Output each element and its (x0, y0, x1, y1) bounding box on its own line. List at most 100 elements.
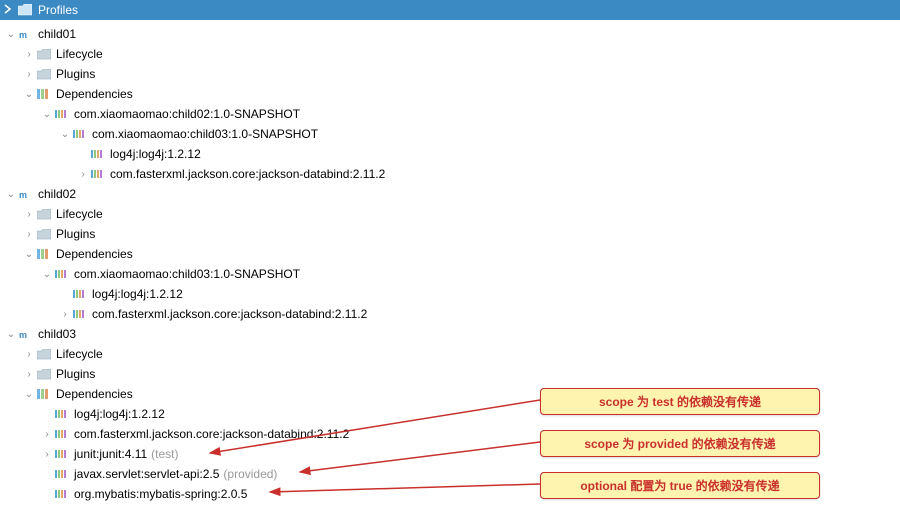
node-label: Plugins (56, 67, 95, 81)
expand-toggle[interactable]: ⌄ (4, 189, 18, 200)
dependency-label: com.xiaomaomao:child03:1.0-SNAPSHOT (74, 267, 300, 281)
plugins-node[interactable]: › Plugins (0, 364, 900, 384)
node-label: Lifecycle (56, 347, 103, 361)
module-child02[interactable]: ⌄ m child02 (0, 184, 900, 204)
chevron-right-icon[interactable] (4, 3, 12, 17)
callout-optional-true: optional 配置为 true 的依赖没有传递 (540, 472, 820, 499)
module-child01[interactable]: ⌄ m child01 (0, 24, 900, 44)
expand-toggle[interactable]: › (22, 69, 36, 80)
dependency-icon (90, 167, 106, 181)
folder-icon (36, 207, 52, 221)
node-label: Dependencies (56, 247, 133, 261)
expand-toggle[interactable]: › (22, 369, 36, 380)
expand-toggle[interactable]: › (22, 49, 36, 60)
expand-toggle[interactable]: ⌄ (40, 269, 54, 280)
header-title: Profiles (38, 3, 78, 17)
dependency-label: com.xiaomaomao:child03:1.0-SNAPSHOT (92, 127, 318, 141)
dependency-label: com.xiaomaomao:child02:1.0-SNAPSHOT (74, 107, 300, 121)
expand-toggle[interactable]: ⌄ (22, 389, 36, 400)
svg-text:m: m (19, 30, 27, 40)
header-bar: Profiles (0, 0, 900, 20)
node-label: Dependencies (56, 87, 133, 101)
maven-module-icon: m (18, 327, 34, 341)
dependencies-node[interactable]: ⌄ Dependencies (0, 84, 900, 104)
dependency-child02[interactable]: ⌄ com.xiaomaomao:child02:1.0-SNAPSHOT (0, 104, 900, 124)
dependency-jackson[interactable]: › com.fasterxml.jackson.core:jackson-dat… (0, 304, 900, 324)
expand-toggle[interactable]: › (40, 429, 54, 440)
svg-text:m: m (19, 330, 27, 340)
callout-test-scope: scope 为 test 的依赖没有传递 (540, 388, 820, 415)
expand-toggle[interactable]: › (22, 229, 36, 240)
dependency-icon (72, 307, 88, 321)
expand-toggle[interactable]: ⌄ (22, 89, 36, 100)
node-label: Plugins (56, 227, 95, 241)
expand-toggle[interactable]: ⌄ (58, 129, 72, 140)
dependency-icon (54, 467, 70, 481)
node-label: Dependencies (56, 387, 133, 401)
dependency-icon (54, 107, 70, 121)
plugins-node[interactable]: › Plugins (0, 64, 900, 84)
dependency-icon (54, 267, 70, 281)
dependencies-node[interactable]: ⌄ Dependencies (0, 244, 900, 264)
dependency-label: log4j:log4j:1.2.12 (92, 287, 183, 301)
dependency-child03-nested[interactable]: ⌄ com.xiaomaomao:child03:1.0-SNAPSHOT (0, 124, 900, 144)
callout-provided-scope: scope 为 provided 的依赖没有传递 (540, 430, 820, 457)
dependency-label: log4j:log4j:1.2.12 (110, 147, 201, 161)
callout-text: optional 配置为 true 的依赖没有传递 (580, 479, 779, 493)
expand-toggle[interactable]: ⌄ (4, 329, 18, 340)
dependency-label: com.fasterxml.jackson.core:jackson-datab… (74, 427, 349, 441)
lifecycle-node[interactable]: › Lifecycle (0, 344, 900, 364)
callout-text: scope 为 provided 的依赖没有传递 (584, 437, 775, 451)
dependency-icon (54, 407, 70, 421)
callout-text: scope 为 test 的依赖没有传递 (599, 395, 761, 409)
dependencies-icon (36, 87, 52, 101)
plugins-node[interactable]: › Plugins (0, 224, 900, 244)
expand-toggle[interactable]: ⌄ (40, 109, 54, 120)
dependencies-icon (36, 387, 52, 401)
maven-module-icon: m (18, 27, 34, 41)
lifecycle-node[interactable]: › Lifecycle (0, 204, 900, 224)
node-label: Lifecycle (56, 207, 103, 221)
folder-icon (36, 367, 52, 381)
expand-toggle[interactable]: › (76, 169, 90, 180)
scope-label: (provided) (223, 467, 277, 481)
node-label: Lifecycle (56, 47, 103, 61)
dependency-icon (90, 147, 106, 161)
expand-toggle[interactable]: ⌄ (22, 249, 36, 260)
dependency-icon (54, 487, 70, 501)
dependencies-icon (36, 247, 52, 261)
dependency-log4j[interactable]: › log4j:log4j:1.2.12 (0, 144, 900, 164)
dependency-label: log4j:log4j:1.2.12 (74, 407, 165, 421)
dependency-label: org.mybatis:mybatis-spring:2.0.5 (74, 487, 247, 501)
module-label: child01 (38, 27, 76, 41)
dependency-icon (54, 427, 70, 441)
dependency-icon (54, 447, 70, 461)
node-label: Plugins (56, 367, 95, 381)
dependency-jackson[interactable]: › com.fasterxml.jackson.core:jackson-dat… (0, 164, 900, 184)
module-child03[interactable]: ⌄ m child03 (0, 324, 900, 344)
expand-toggle[interactable]: › (40, 449, 54, 460)
dependency-label: javax.servlet:servlet-api:2.5 (74, 467, 219, 481)
folder-icon (36, 67, 52, 81)
module-label: child03 (38, 327, 76, 341)
expand-toggle[interactable]: › (22, 349, 36, 360)
module-label: child02 (38, 187, 76, 201)
expand-toggle[interactable]: ⌄ (4, 29, 18, 40)
dependency-label: com.fasterxml.jackson.core:jackson-datab… (110, 167, 385, 181)
dependency-label: junit:junit:4.11 (74, 447, 147, 461)
folder-icon (36, 347, 52, 361)
svg-text:m: m (19, 190, 27, 200)
lifecycle-node[interactable]: › Lifecycle (0, 44, 900, 64)
dependency-log4j[interactable]: › log4j:log4j:1.2.12 (0, 284, 900, 304)
folder-icon (36, 47, 52, 61)
dependency-label: com.fasterxml.jackson.core:jackson-datab… (92, 307, 367, 321)
dependency-icon (72, 287, 88, 301)
expand-toggle[interactable]: › (58, 309, 72, 320)
maven-module-icon: m (18, 187, 34, 201)
dependency-child03[interactable]: ⌄ com.xiaomaomao:child03:1.0-SNAPSHOT (0, 264, 900, 284)
profiles-folder-icon (18, 4, 32, 16)
expand-toggle[interactable]: › (22, 209, 36, 220)
dependency-icon (72, 127, 88, 141)
scope-label: (test) (151, 447, 178, 461)
folder-icon (36, 227, 52, 241)
